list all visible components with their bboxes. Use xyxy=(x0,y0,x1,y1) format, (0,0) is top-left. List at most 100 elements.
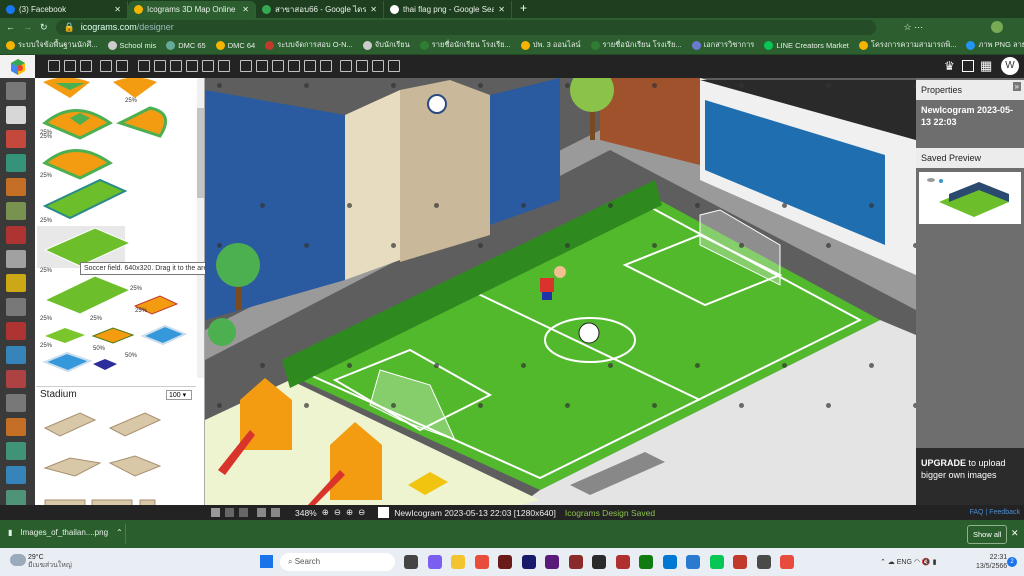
category-icon[interactable] xyxy=(6,394,26,412)
bookmark-item[interactable]: DMC 65 xyxy=(166,40,206,50)
grid-view-icon[interactable] xyxy=(257,508,266,517)
grid-menu-icon[interactable]: ▦ xyxy=(980,58,992,74)
design-name[interactable]: NewIcogram 2023-05-13 22:03 xyxy=(921,104,1021,128)
boxing-ring-item[interactable] xyxy=(93,359,117,370)
select-icon[interactable] xyxy=(100,60,112,72)
bookmark-item[interactable]: School mis xyxy=(107,40,156,50)
open-folder-icon[interactable] xyxy=(64,60,76,72)
copy-icon[interactable] xyxy=(138,60,150,72)
bleachers-item[interactable] xyxy=(43,412,97,437)
feedback-link[interactable]: Feedback xyxy=(989,509,1020,516)
bookmark-item[interactable]: ปพ. 3 ออนไลน์ xyxy=(520,39,581,51)
align-2-icon[interactable] xyxy=(256,60,268,72)
category-icon[interactable] xyxy=(6,466,26,484)
align-3-icon[interactable] xyxy=(272,60,284,72)
reload-icon[interactable]: ↻ xyxy=(40,22,48,33)
user-avatar[interactable]: W xyxy=(1001,57,1019,75)
bookmark-item[interactable]: ภาพ PNG ลายไม่โคลล... xyxy=(966,39,1024,51)
lock-icon[interactable] xyxy=(202,60,214,72)
bookmark-item[interactable]: ระบบจัดการสอบ O-N... xyxy=(265,39,353,51)
taskbar-app-icon[interactable] xyxy=(521,555,536,569)
layout-icon[interactable] xyxy=(962,60,974,72)
category-icon[interactable] xyxy=(6,442,26,460)
football-field-item[interactable] xyxy=(42,178,128,220)
zoom-fit-icon[interactable]: ⊕ xyxy=(346,507,353,518)
layer-4-icon[interactable] xyxy=(388,60,400,72)
taskbar-app-icon[interactable] xyxy=(709,555,724,569)
close-tab-icon[interactable]: ✕ xyxy=(114,5,121,14)
taskbar-app-icon[interactable] xyxy=(474,555,489,569)
category-icon[interactable] xyxy=(6,370,26,388)
bookmark-item[interactable]: โครงการความสามารถพิ... xyxy=(858,39,956,51)
taskbar-app-icon[interactable] xyxy=(498,555,512,569)
group-icon[interactable] xyxy=(218,60,230,72)
profile-avatar[interactable] xyxy=(991,21,1004,33)
category-icon[interactable] xyxy=(6,418,26,436)
soccer-field-item-2[interactable] xyxy=(43,275,132,315)
category-icon[interactable] xyxy=(6,346,26,364)
category-icon[interactable] xyxy=(6,274,26,292)
close-tab-icon[interactable]: ✕ xyxy=(242,5,249,14)
category-icon[interactable] xyxy=(6,82,26,100)
taskbar-app-icon[interactable] xyxy=(756,555,771,569)
volleyball-court-item[interactable] xyxy=(91,327,135,344)
layer-3-icon[interactable] xyxy=(372,60,384,72)
layer-2-icon[interactable] xyxy=(356,60,368,72)
forward-icon[interactable]: → xyxy=(23,22,32,32)
taskbar-app-icon[interactable] xyxy=(733,555,747,569)
taskbar-app-icon[interactable] xyxy=(451,555,465,569)
new-tab-button[interactable]: + xyxy=(512,1,535,18)
url-input[interactable]: 🔒 icograms.com/designer xyxy=(55,19,876,35)
category-icon[interactable] xyxy=(6,322,26,340)
weather-icon[interactable] xyxy=(10,554,26,566)
grid-view-icon[interactable] xyxy=(239,508,248,517)
taskbar-app-icon[interactable] xyxy=(780,555,794,569)
category-icon[interactable] xyxy=(6,106,26,124)
close-tab-icon[interactable]: ✕ xyxy=(370,5,377,14)
collapse-panel-button[interactable]: » xyxy=(1012,82,1021,91)
close-download-bar[interactable]: ✕ xyxy=(1011,528,1019,539)
bookmark-item[interactable]: เอกสารวิชาการ xyxy=(691,39,754,51)
zoom-in-icon[interactable]: ⊕ xyxy=(322,507,329,518)
baseball-field-item[interactable] xyxy=(43,78,90,98)
taskbar-app-icon[interactable] xyxy=(662,555,677,569)
upgrade-banner[interactable]: UPGRADE to upload bigger own images xyxy=(916,448,1024,505)
palette-scrollbar[interactable] xyxy=(197,78,204,378)
bookmark-item[interactable]: DMC 64 xyxy=(215,40,255,50)
zoom-out-icon[interactable]: ⊖ xyxy=(334,507,341,518)
icograms-logo[interactable] xyxy=(0,55,35,78)
category-icon[interactable] xyxy=(6,154,26,172)
chevron-up-icon[interactable]: ⌃ xyxy=(116,528,123,537)
pool-item[interactable] xyxy=(140,324,188,346)
bleachers-item[interactable] xyxy=(43,457,102,477)
download-item[interactable]: ▮ Images_of_thailan....png ⌃ xyxy=(8,528,123,537)
show-all-button[interactable]: Show all xyxy=(967,525,1008,544)
bookmark-item[interactable]: รายชื่อนักเรียน โรงเรีย... xyxy=(419,39,511,51)
swim-lane-pool-item[interactable] xyxy=(42,351,93,373)
taskbar-app-icon[interactable] xyxy=(686,555,700,569)
save-icon[interactable] xyxy=(80,60,92,72)
bookmark-item[interactable]: รายชื่อนักเรียน โรงเรีย... xyxy=(590,39,682,51)
layer-1-icon[interactable] xyxy=(340,60,352,72)
grid-view-icon[interactable] xyxy=(225,508,234,517)
color-swatch[interactable] xyxy=(378,507,390,518)
bring-up-icon[interactable] xyxy=(304,60,316,72)
baseball-field-item[interactable] xyxy=(42,149,113,180)
tab-icograms[interactable]: Icograms 3D Map Online Design✕ xyxy=(128,1,256,18)
tab-google-search[interactable]: thai flag png - Google Search✕ xyxy=(384,1,512,18)
stadium-section-header[interactable]: Stadium 100 ▾ xyxy=(36,386,196,402)
baseball-field-item[interactable] xyxy=(116,106,168,138)
category-icon[interactable] xyxy=(6,298,26,316)
bookmark-item[interactable]: จับนักเรียน xyxy=(362,39,410,51)
taskbar-app-icon[interactable] xyxy=(615,555,630,569)
scale-select[interactable]: 100 ▾ xyxy=(166,389,192,400)
clock[interactable]: 22:31 13/5/2566 xyxy=(976,553,1007,571)
crown-icon[interactable]: ♛ xyxy=(944,59,955,73)
taskbar-app-icon[interactable] xyxy=(427,555,442,569)
new-file-icon[interactable] xyxy=(48,60,60,72)
align-4-icon[interactable] xyxy=(288,60,300,72)
category-icon[interactable] xyxy=(6,250,26,268)
grid-view-icon[interactable] xyxy=(211,508,220,517)
send-down-icon[interactable] xyxy=(320,60,332,72)
design-canvas[interactable] xyxy=(205,78,916,505)
